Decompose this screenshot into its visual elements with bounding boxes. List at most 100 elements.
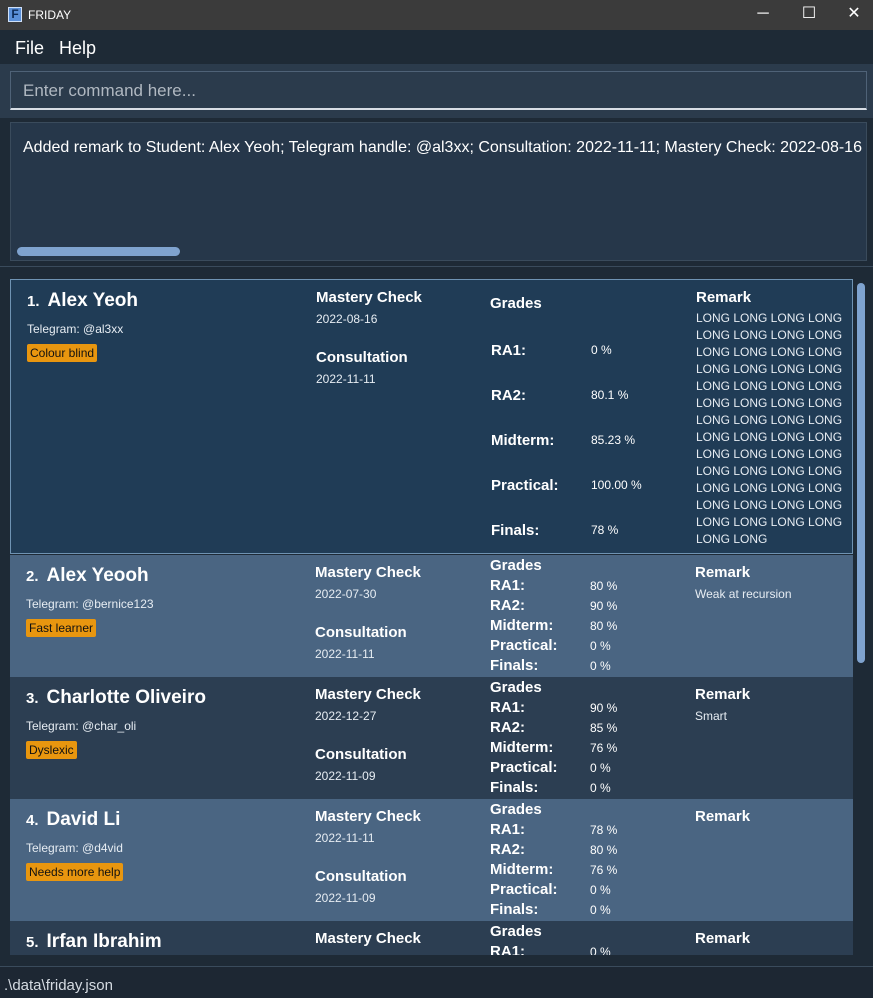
ra1-label: RA1: [490, 943, 526, 955]
ra1-value: 78 % [590, 823, 618, 837]
finals-label: Finals: [491, 522, 540, 539]
student-index: 1. [27, 293, 40, 310]
mastery-check-label: Mastery Check [316, 289, 422, 306]
ra2-label: RA2: [491, 387, 527, 404]
remark-label: Remark [695, 564, 751, 581]
finals-label: Finals: [490, 779, 539, 796]
student-name: 3. Charlotte Oliveiro [26, 687, 206, 709]
midterm-label: Midterm: [490, 739, 554, 756]
command-input[interactable]: Enter command here... [10, 71, 867, 110]
result-text: Added remark to Student: Alex Yeoh; Tele… [23, 139, 862, 156]
student-list-panel: 1. Alex Yeoh Telegram: @al3xx Colour blin… [0, 266, 873, 966]
practical-value: 0 % [590, 761, 611, 775]
telegram-handle: Telegram: @d4vid [26, 841, 123, 855]
student-index: 3. [26, 690, 39, 707]
menu-file[interactable]: File [15, 38, 44, 59]
remark-text: LONG LONG LONG LONG LONG LONG LONG LONG … [696, 311, 843, 546]
maximize-button[interactable]: ☐ [787, 0, 831, 30]
practical-label: Practical: [490, 881, 558, 898]
ra2-label: RA2: [490, 841, 526, 858]
mastery-check-date: 2022-11-11 [315, 831, 375, 845]
close-button[interactable]: ✕ [832, 0, 873, 30]
student-tag: Needs more help [26, 863, 124, 881]
midterm-label: Midterm: [490, 861, 554, 878]
window-title: FRIDAY [28, 8, 72, 22]
remark-text: Weak at recursion [695, 587, 792, 601]
consultation-date: 2022-11-09 [315, 891, 376, 905]
status-bar: .\data\friday.json [0, 966, 873, 998]
student-card[interactable]: 1. Alex Yeoh Telegram: @al3xx Colour blin… [10, 279, 853, 554]
ra2-value: 80.1 % [591, 388, 629, 402]
finals-value: 0 % [590, 781, 611, 795]
student-card[interactable]: 2. Alex Yeooh Telegram: @bernice123 Fast … [10, 555, 853, 677]
vertical-scrollbar[interactable] [857, 283, 865, 663]
consultation-label: Consultation [316, 349, 408, 366]
student-name: 5. Irfan Ibrahim [26, 931, 162, 953]
mastery-check-date: 2022-07-30 [315, 587, 377, 601]
remark-text: Smart [695, 709, 728, 723]
app-logo-icon: F [8, 7, 22, 22]
mastery-check-date: 2022-12-27 [315, 709, 377, 723]
finals-value: 0 % [590, 903, 611, 917]
student-tag: Dyslexic [26, 741, 77, 759]
ra2-value: 80 % [590, 843, 618, 857]
mastery-check-label: Mastery Check [315, 686, 421, 703]
save-file-path: .\data\friday.json [4, 977, 113, 994]
student-index: 4. [26, 812, 39, 829]
student-name-text: Charlotte Oliveiro [46, 687, 206, 708]
practical-value: 0 % [590, 639, 611, 653]
ra2-value: 85 % [590, 721, 618, 735]
remark-label: Remark [696, 289, 752, 306]
student-name-text: Alex Yeooh [46, 565, 149, 586]
student-index: 5. [26, 934, 39, 951]
practical-label: Practical: [491, 477, 559, 494]
finals-label: Finals: [490, 657, 539, 674]
midterm-label: Midterm: [491, 432, 555, 449]
student-card[interactable]: 4. David Li Telegram: @d4vid Needs more h… [10, 799, 853, 921]
remark-label: Remark [695, 808, 751, 825]
student-name-text: Alex Yeoh [47, 290, 138, 311]
ra1-label: RA1: [490, 577, 526, 594]
ra1-label: RA1: [490, 699, 526, 716]
minimize-button[interactable]: ─ [741, 0, 785, 30]
menu-help[interactable]: Help [59, 38, 96, 59]
ra1-value: 90 % [590, 701, 618, 715]
ra1-label: RA1: [491, 342, 527, 359]
consultation-date: 2022-11-09 [315, 769, 376, 783]
practical-value: 100.00 % [591, 478, 642, 492]
student-card[interactable]: 5. Irfan Ibrahim Mastery Check Grades RA1… [10, 921, 853, 955]
telegram-handle: Telegram: @char_oli [26, 719, 137, 733]
student-name: 1. Alex Yeoh [27, 290, 138, 312]
student-name-text: Irfan Ibrahim [46, 931, 162, 952]
finals-value: 0 % [590, 659, 611, 673]
midterm-value: 85.23 % [591, 433, 636, 447]
midterm-value: 76 % [590, 863, 618, 877]
command-box-container: Enter command here... [0, 64, 873, 118]
ra1-value: 0 % [591, 343, 612, 357]
title-bar: F FRIDAY ─ ☐ ✕ [0, 0, 873, 30]
remark-label: Remark [695, 930, 751, 947]
student-tag: Colour blind [27, 344, 98, 362]
practical-label: Practical: [490, 637, 558, 654]
ra2-value: 90 % [590, 599, 618, 613]
ra2-label: RA2: [490, 719, 526, 736]
ra2-label: RA2: [490, 597, 526, 614]
student-index: 2. [26, 568, 39, 585]
ra1-value: 80 % [590, 579, 618, 593]
mastery-check-date: 2022-08-16 [316, 312, 378, 326]
grades-label: Grades [490, 801, 542, 818]
horizontal-scrollbar[interactable] [17, 247, 180, 256]
ra1-value: 0 % [590, 945, 611, 955]
menu-bar: File Help [0, 30, 873, 64]
practical-label: Practical: [490, 759, 558, 776]
grades-label: Grades [490, 923, 542, 940]
student-list: 1. Alex Yeoh Telegram: @al3xx Colour blin… [10, 279, 853, 955]
consultation-date: 2022-11-11 [316, 372, 376, 386]
grades-label: Grades [490, 295, 542, 312]
grades-label: Grades [490, 679, 542, 696]
midterm-value: 76 % [590, 741, 618, 755]
student-name-text: David Li [46, 809, 121, 830]
student-card[interactable]: 3. Charlotte Oliveiro Telegram: @char_oli… [10, 677, 853, 799]
result-display[interactable]: Added remark to Student: Alex Yeoh; Tele… [10, 122, 867, 261]
practical-value: 0 % [590, 883, 611, 897]
